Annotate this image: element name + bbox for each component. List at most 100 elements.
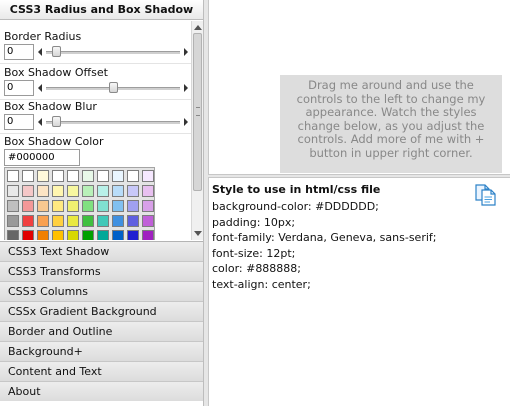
css-line: color: #888888;: [212, 262, 302, 276]
slider-right-arrow-icon[interactable]: [184, 118, 188, 126]
shadow-offset-label: Box Shadow Offset: [4, 66, 108, 79]
color-swatch[interactable]: [37, 230, 49, 240]
color-swatch[interactable]: [97, 170, 109, 182]
slider-left-arrow-icon[interactable]: [38, 48, 42, 56]
accordion-item-text-shadow[interactable]: CSS3 Text Shadow: [0, 241, 203, 261]
shadow-color-input[interactable]: #000000: [4, 149, 80, 166]
slider-thumb[interactable]: [52, 116, 62, 127]
slider-thumb[interactable]: [52, 46, 62, 57]
shadow-offset-slider[interactable]: [38, 81, 188, 95]
css-line: font-size: 12pt;: [212, 246, 296, 260]
shadow-blur-slider[interactable]: [38, 115, 188, 129]
border-radius-slider[interactable]: [38, 45, 188, 59]
color-swatch[interactable]: [67, 215, 79, 227]
slider-left-arrow-icon[interactable]: [38, 118, 42, 126]
color-swatch[interactable]: [127, 215, 139, 227]
color-swatch[interactable]: [37, 200, 49, 212]
copy-icon[interactable]: [474, 183, 498, 207]
shadow-color-label: Box Shadow Color: [4, 135, 104, 148]
color-swatch[interactable]: [22, 200, 34, 212]
scroll-thumb[interactable]: [193, 33, 202, 191]
css-output-lines: background-color: #DDDDDD; padding: 10px…: [212, 199, 436, 293]
color-swatch[interactable]: [22, 170, 34, 182]
css-line: background-color: #DDDDDD;: [212, 200, 379, 213]
color-swatch[interactable]: [112, 185, 124, 197]
color-swatch[interactable]: [37, 215, 49, 227]
color-swatch[interactable]: [7, 185, 19, 197]
border-radius-input[interactable]: 0: [4, 44, 34, 60]
color-swatch[interactable]: [97, 215, 109, 227]
color-swatch[interactable]: [22, 215, 34, 227]
accordion-item-border-outline[interactable]: Border and Outline: [0, 321, 203, 341]
shadow-blur-input[interactable]: 0: [4, 114, 34, 130]
scroll-up-arrow-icon[interactable]: [194, 25, 202, 30]
css-output-panel: Style to use in html/css file background…: [208, 177, 510, 406]
color-swatch[interactable]: [112, 170, 124, 182]
shadow-blur-label: Box Shadow Blur: [4, 100, 97, 113]
color-swatch[interactable]: [127, 230, 139, 240]
color-swatch[interactable]: [142, 185, 154, 197]
scroll-grip-icon: [196, 107, 200, 116]
slider-right-arrow-icon[interactable]: [184, 84, 188, 92]
color-swatch[interactable]: [52, 200, 64, 212]
color-swatch[interactable]: [52, 230, 64, 240]
accordion-item-gradient-background[interactable]: CSSx Gradient Background: [0, 301, 203, 321]
shadow-offset-input[interactable]: 0: [4, 80, 34, 96]
color-swatch[interactable]: [7, 200, 19, 212]
color-swatch[interactable]: [112, 200, 124, 212]
color-swatch[interactable]: [97, 230, 109, 240]
slider-left-arrow-icon[interactable]: [38, 84, 42, 92]
css-line: padding: 10px;: [212, 215, 296, 229]
slider-track: [46, 51, 180, 54]
border-radius-label: Border Radius: [4, 30, 82, 43]
color-swatch[interactable]: [82, 200, 94, 212]
color-palette: [4, 167, 155, 240]
css-line: text-align: center;: [212, 277, 311, 291]
color-swatch[interactable]: [37, 170, 49, 182]
color-swatch[interactable]: [67, 200, 79, 212]
left-panel: CSS3 Radius and Box Shadow Border Radius…: [0, 0, 204, 406]
color-swatch[interactable]: [82, 215, 94, 227]
color-swatch[interactable]: [22, 230, 34, 240]
color-swatch[interactable]: [52, 170, 64, 182]
accordion-item-transforms[interactable]: CSS3 Transforms: [0, 261, 203, 281]
divider: [0, 133, 191, 134]
divider: [0, 63, 191, 64]
accordion-item-content-text[interactable]: Content and Text: [0, 361, 203, 381]
color-swatch[interactable]: [67, 185, 79, 197]
color-swatch[interactable]: [82, 170, 94, 182]
color-swatch[interactable]: [97, 185, 109, 197]
accordion-item-background-plus[interactable]: Background+: [0, 341, 203, 361]
color-swatch[interactable]: [67, 170, 79, 182]
color-swatch[interactable]: [127, 185, 139, 197]
slider-right-arrow-icon[interactable]: [184, 48, 188, 56]
color-swatch[interactable]: [127, 200, 139, 212]
color-swatch[interactable]: [52, 215, 64, 227]
draggable-preview-box[interactable]: Drag me around and use the controls to t…: [280, 75, 502, 173]
controls-scrollbar[interactable]: [191, 21, 203, 240]
color-swatch[interactable]: [52, 185, 64, 197]
color-swatch[interactable]: [142, 200, 154, 212]
color-swatch[interactable]: [7, 170, 19, 182]
color-swatch[interactable]: [7, 215, 19, 227]
color-swatch[interactable]: [142, 215, 154, 227]
accordion-item-about[interactable]: About: [0, 381, 203, 401]
color-swatch[interactable]: [7, 230, 19, 240]
color-swatch[interactable]: [97, 200, 109, 212]
color-swatch[interactable]: [67, 230, 79, 240]
color-swatch[interactable]: [142, 170, 154, 182]
color-swatch[interactable]: [82, 185, 94, 197]
accordion-header-radius-shadow[interactable]: CSS3 Radius and Box Shadow: [0, 0, 203, 20]
color-swatch[interactable]: [142, 230, 154, 240]
css-line: font-family: Verdana, Geneva, sans-serif…: [212, 231, 437, 245]
slider-thumb[interactable]: [108, 82, 118, 93]
color-swatch[interactable]: [127, 170, 139, 182]
accordion-item-columns[interactable]: CSS3 Columns: [0, 281, 203, 301]
scroll-down-arrow-icon[interactable]: [194, 231, 202, 236]
color-swatch[interactable]: [82, 230, 94, 240]
color-swatch[interactable]: [22, 185, 34, 197]
color-swatch[interactable]: [37, 185, 49, 197]
color-swatch[interactable]: [112, 215, 124, 227]
color-swatch[interactable]: [112, 230, 124, 240]
accordion-list: CSS3 Text Shadow CSS3 Transforms CSS3 Co…: [0, 241, 203, 401]
